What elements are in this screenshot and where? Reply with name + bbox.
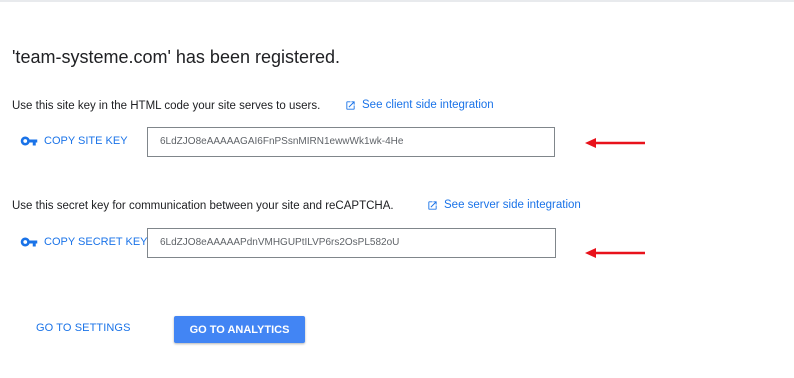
page-title: 'team-systeme.com' has been registered. xyxy=(12,47,341,67)
go-to-analytics-button[interactable]: GO TO ANALYTICS xyxy=(174,316,305,343)
client-integration-link[interactable]: See client side integration xyxy=(345,99,494,111)
top-divider xyxy=(0,0,794,2)
red-arrow-annotation xyxy=(585,138,645,148)
secret-key-description: Use this secret key for communication be… xyxy=(12,200,394,212)
open-in-new-icon xyxy=(346,100,355,110)
copy-site-key-button[interactable]: COPY SITE KEY xyxy=(20,135,128,147)
open-in-new-icon xyxy=(428,200,437,210)
copy-secret-key-label: COPY SECRET KEY xyxy=(44,236,148,248)
secret-key-field[interactable]: 6LdZJO8eAAAAAPdnVMHGUPtILVP6rs2OsPL582oU xyxy=(147,228,556,258)
site-key-description: Use this site key in the HTML code your … xyxy=(12,100,321,112)
red-arrow-annotation xyxy=(585,248,645,258)
key-icon xyxy=(20,237,38,247)
copy-site-key-label: COPY SITE KEY xyxy=(44,135,128,147)
client-integration-label: See client side integration xyxy=(362,99,494,111)
site-key-field[interactable]: 6LdZJO8eAAAAAGAI6FnPSsnMIRN1ewwWk1wk-4He xyxy=(147,127,555,157)
copy-secret-key-button[interactable]: COPY SECRET KEY xyxy=(20,236,148,248)
key-icon xyxy=(20,136,38,146)
server-integration-label: See server side integration xyxy=(444,199,581,211)
server-integration-link[interactable]: See server side integration xyxy=(427,199,581,211)
go-to-settings-button[interactable]: GO TO SETTINGS xyxy=(36,322,131,334)
